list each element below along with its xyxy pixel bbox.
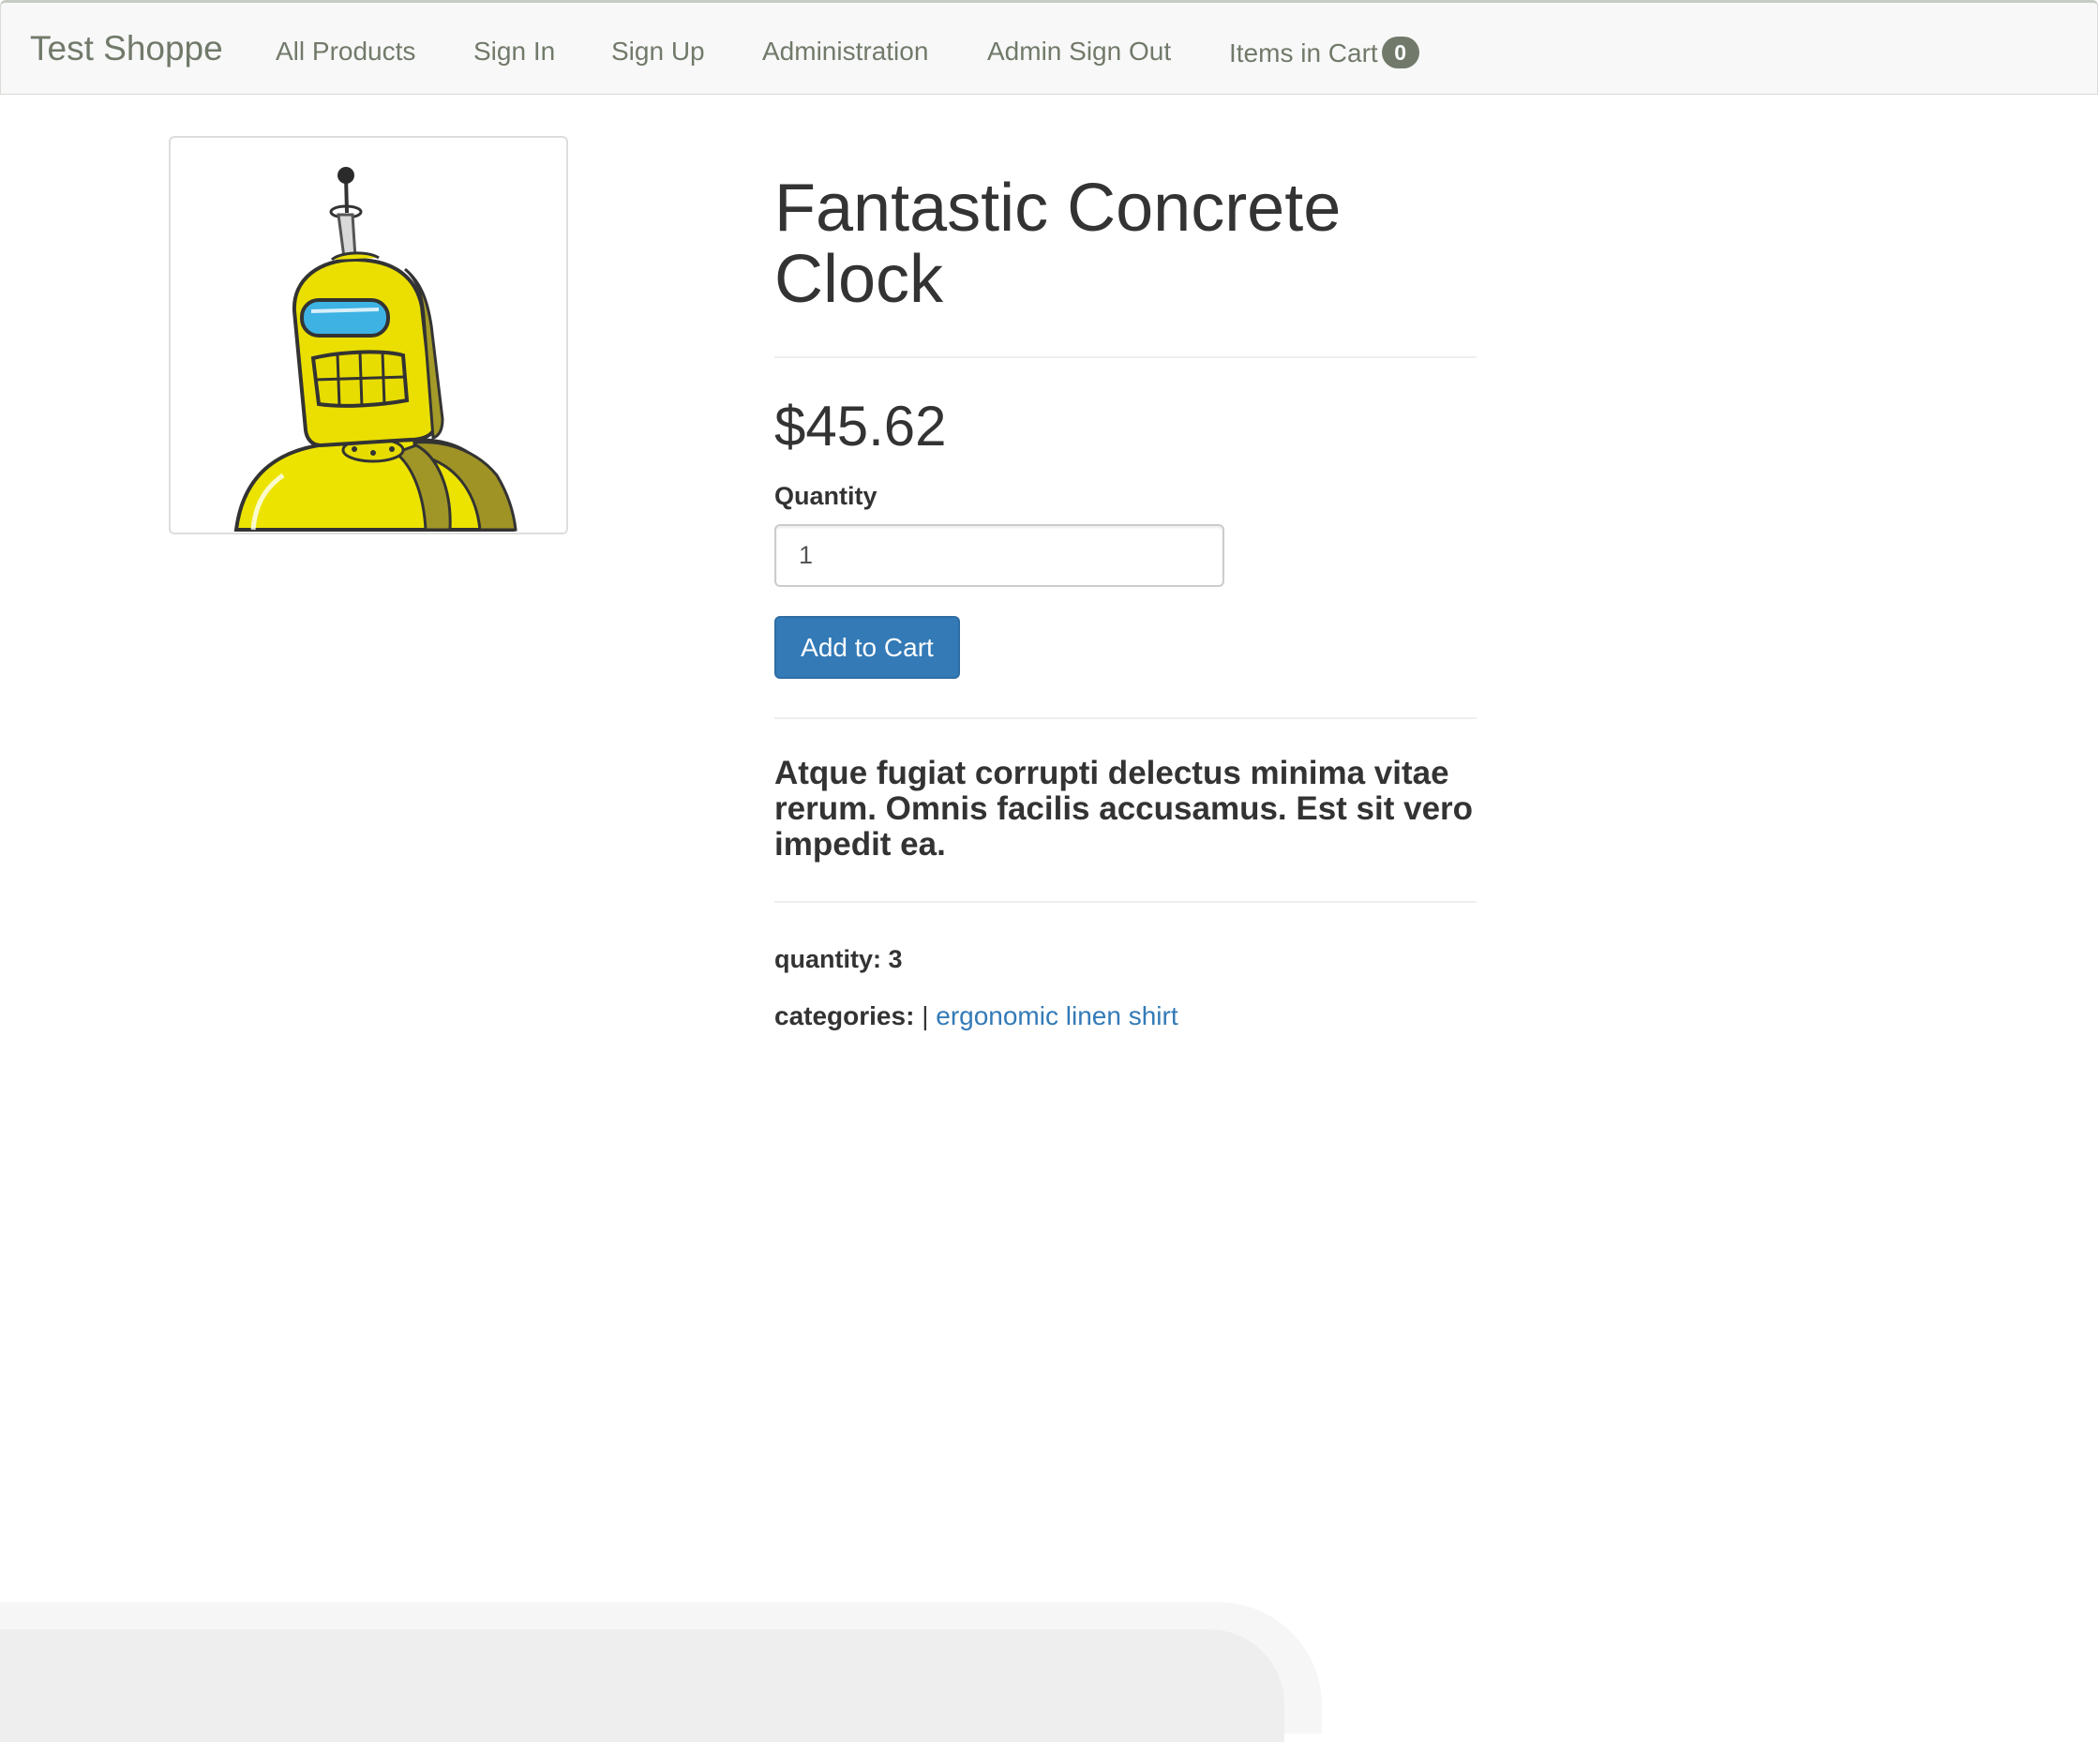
cart-count-badge: 0 bbox=[1381, 37, 1419, 68]
nav-sign-up[interactable]: Sign Up bbox=[611, 37, 705, 67]
divider bbox=[774, 356, 1477, 358]
divider bbox=[774, 901, 1477, 903]
stock-quantity-value: 3 bbox=[888, 945, 903, 973]
nav-administration[interactable]: Administration bbox=[762, 37, 928, 67]
categories-separator: | bbox=[922, 1001, 929, 1030]
nav-sign-in[interactable]: Sign In bbox=[473, 37, 555, 67]
robot-image bbox=[233, 167, 518, 532]
bottom-decoration-inner bbox=[0, 1629, 1284, 1742]
quantity-input[interactable] bbox=[774, 524, 1224, 587]
add-to-cart-button[interactable]: Add to Cart bbox=[774, 616, 960, 679]
product-price: $45.62 bbox=[774, 395, 947, 458]
quantity-label: Quantity bbox=[774, 482, 878, 510]
nav-admin-sign-out[interactable]: Admin Sign Out bbox=[987, 37, 1171, 67]
categories-label: categories: bbox=[774, 1001, 915, 1030]
divider bbox=[774, 717, 1477, 719]
product-title: Fantastic Concrete Clock bbox=[774, 171, 1342, 317]
navbar: Test Shoppe All Products Sign In Sign Up… bbox=[0, 0, 2098, 95]
nav-items-in-cart[interactable]: Items in Cart 0 bbox=[1229, 37, 1419, 68]
category-link[interactable]: ergonomic linen shirt bbox=[936, 1001, 1178, 1030]
stock-quantity: quantity: 3 bbox=[774, 945, 903, 974]
categories: categories: | ergonomic linen shirt bbox=[774, 1001, 1178, 1031]
nav-all-products[interactable]: All Products bbox=[276, 37, 415, 67]
brand-link[interactable]: Test Shoppe bbox=[30, 29, 223, 68]
product-description: Atque fugiat corrupti delectus minima vi… bbox=[774, 755, 1474, 863]
cart-label: Items in Cart bbox=[1229, 38, 1378, 68]
stock-quantity-label: quantity: bbox=[774, 945, 881, 973]
product-thumbnail bbox=[169, 136, 568, 534]
